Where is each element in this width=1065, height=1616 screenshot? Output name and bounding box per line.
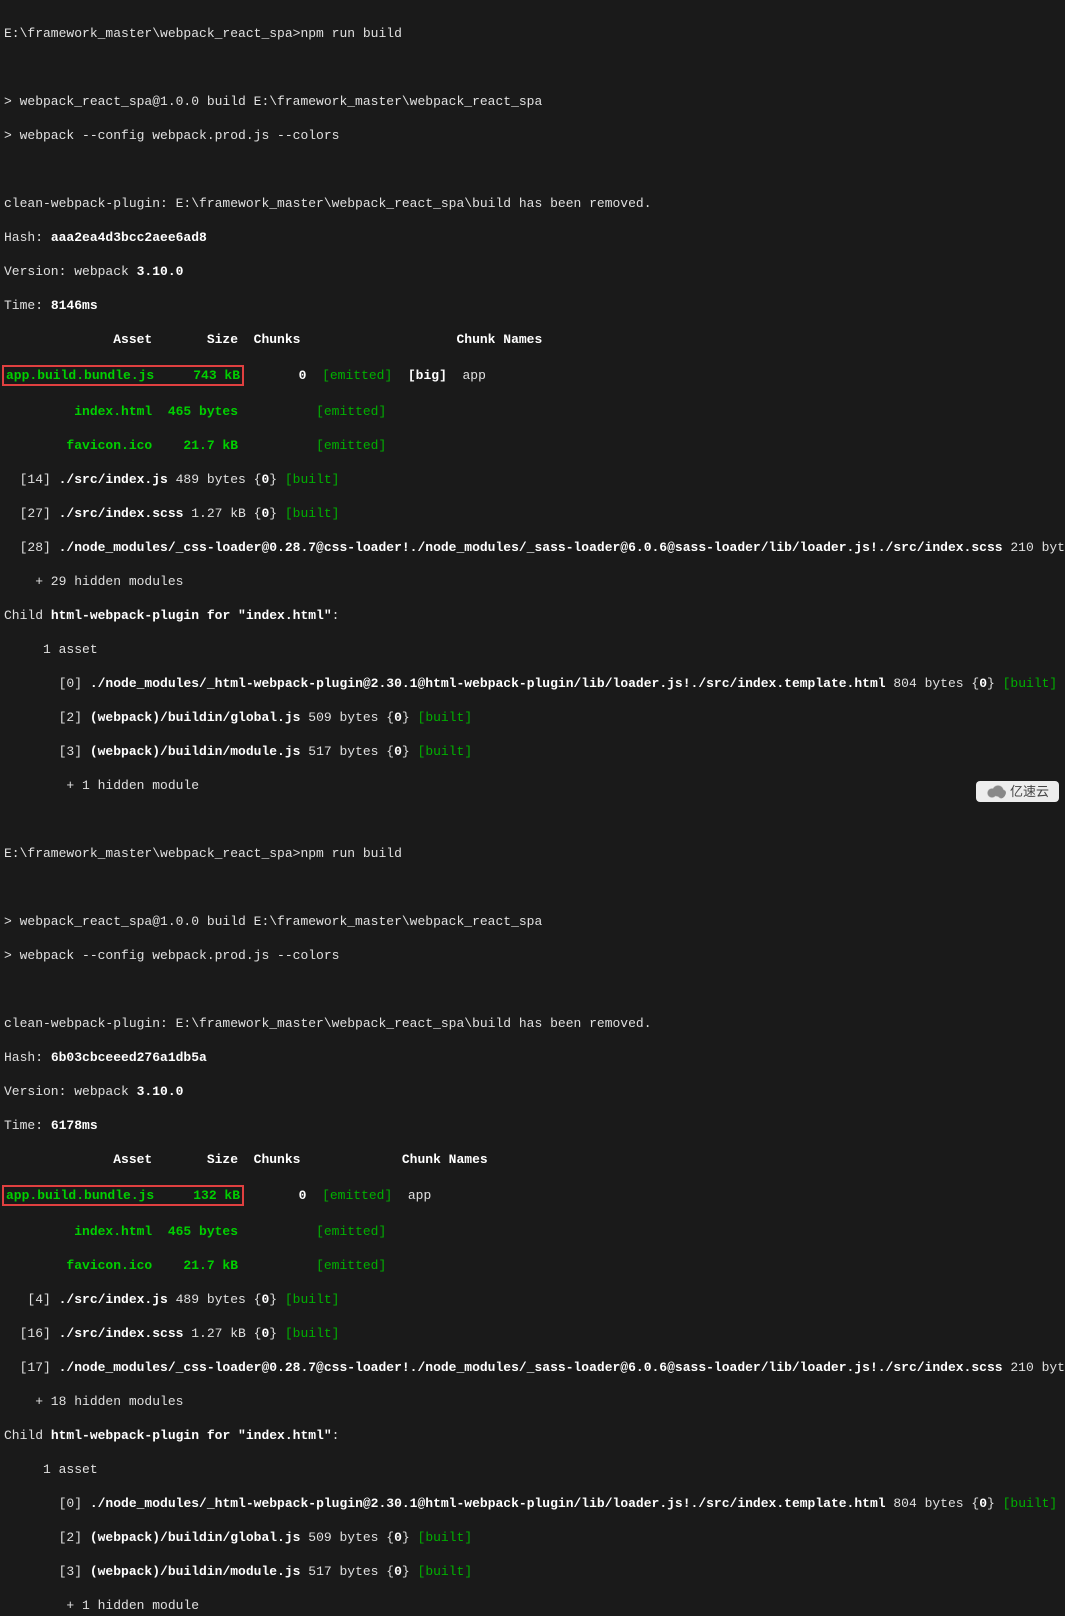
hash-line: Hash: 6b03cbceeed276a1db5a (4, 1049, 1061, 1066)
asset-row-bundle: app.build.bundle.js 743 kB 0 [emitted] [… (4, 365, 1061, 386)
hidden-modules-line: + 18 hidden modules (4, 1393, 1061, 1410)
module-line: [28] ./node_modules/_css-loader@0.28.7@c… (4, 539, 1061, 556)
child-plugin-line: Child html-webpack-plugin for "index.htm… (4, 1427, 1061, 1444)
npm-script-line: > webpack_react_spa@1.0.0 build E:\frame… (4, 913, 1061, 930)
module-line: [4] ./src/index.js 489 bytes {0} [built] (4, 1291, 1061, 1308)
watermark-text: 亿速云 (1010, 783, 1049, 800)
version-line: Version: webpack 3.10.0 (4, 263, 1061, 280)
asset-row: favicon.ico 21.7 kB [emitted] (4, 1257, 1061, 1274)
asset-row: index.html 465 bytes [emitted] (4, 403, 1061, 420)
child-asset-line: 1 asset (4, 641, 1061, 658)
watermark-badge: 亿速云 (976, 781, 1059, 802)
cloud-icon (986, 785, 1006, 799)
hidden-modules-line: + 29 hidden modules (4, 573, 1061, 590)
asset-row: favicon.ico 21.7 kB [emitted] (4, 437, 1061, 454)
child-plugin-line: Child html-webpack-plugin for "index.htm… (4, 607, 1061, 624)
npm-script-line: > webpack --config webpack.prod.js --col… (4, 127, 1061, 144)
module-line: [17] ./node_modules/_css-loader@0.28.7@c… (4, 1359, 1061, 1376)
highlight-box: app.build.bundle.js 743 kB (2, 365, 244, 386)
module-line: [16] ./src/index.scss 1.27 kB {0} [built… (4, 1325, 1061, 1342)
time-line: Time: 8146ms (4, 297, 1061, 314)
child-asset-line: 1 asset (4, 1461, 1061, 1478)
time-line: Time: 6178ms (4, 1117, 1061, 1134)
version-line: Version: webpack 3.10.0 (4, 1083, 1061, 1100)
module-line: [0] ./node_modules/_html-webpack-plugin@… (4, 1495, 1061, 1512)
prompt-line: E:\framework_master\webpack_react_spa>np… (4, 25, 1061, 42)
asset-header: Asset Size Chunks Chunk Names (4, 331, 1061, 348)
module-line: [2] (webpack)/buildin/global.js 509 byte… (4, 709, 1061, 726)
module-line: [0] ./node_modules/_html-webpack-plugin@… (4, 675, 1061, 692)
npm-script-line: > webpack --config webpack.prod.js --col… (4, 947, 1061, 964)
asset-header: Asset Size Chunks Chunk Names (4, 1151, 1061, 1168)
module-line: [2] (webpack)/buildin/global.js 509 byte… (4, 1529, 1061, 1546)
hash-line: Hash: aaa2ea4d3bcc2aee6ad8 (4, 229, 1061, 246)
module-line: [27] ./src/index.scss 1.27 kB {0} [built… (4, 505, 1061, 522)
hidden-modules-line: + 1 hidden module (4, 777, 1061, 794)
highlight-box: app.build.bundle.js 132 kB (2, 1185, 244, 1206)
module-line: [3] (webpack)/buildin/module.js 517 byte… (4, 743, 1061, 760)
clean-plugin-line: clean-webpack-plugin: E:\framework_maste… (4, 195, 1061, 212)
hidden-modules-line: + 1 hidden module (4, 1597, 1061, 1614)
terminal-output: E:\framework_master\webpack_react_spa>np… (0, 0, 1065, 1616)
module-line: [14] ./src/index.js 489 bytes {0} [built… (4, 471, 1061, 488)
clean-plugin-line: clean-webpack-plugin: E:\framework_maste… (4, 1015, 1061, 1032)
npm-script-line: > webpack_react_spa@1.0.0 build E:\frame… (4, 93, 1061, 110)
module-line: [3] (webpack)/buildin/module.js 517 byte… (4, 1563, 1061, 1580)
prompt-line: E:\framework_master\webpack_react_spa>np… (4, 845, 1061, 862)
asset-row: index.html 465 bytes [emitted] (4, 1223, 1061, 1240)
asset-row-bundle: app.build.bundle.js 132 kB 0 [emitted] a… (4, 1185, 1061, 1206)
